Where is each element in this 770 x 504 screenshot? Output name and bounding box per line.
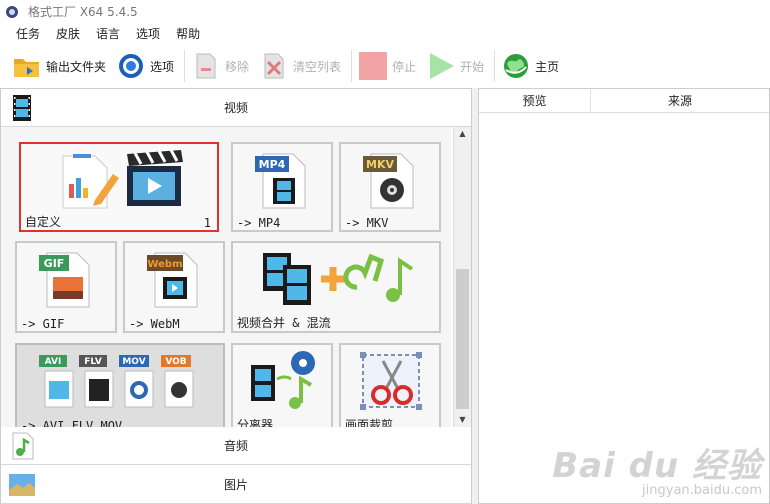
toolbar-separator — [351, 50, 353, 82]
tile-mkv-label: -> MKV — [345, 216, 389, 230]
remove-icon — [191, 51, 221, 81]
clear-list-icon — [259, 51, 289, 81]
tile-mkv[interactable]: MKV -> MKV — [339, 142, 441, 232]
folder-icon — [12, 51, 42, 81]
mov-badge: MOV — [122, 357, 145, 367]
section-audio-header[interactable]: 音频 — [1, 427, 471, 465]
tile-crop[interactable]: 画面裁剪 — [339, 343, 441, 427]
watermark-logo: Bai du 经验 — [552, 446, 762, 486]
section-audio-label: 音频 — [223, 439, 248, 453]
tile-gif[interactable]: GIF -> GIF — [15, 241, 117, 333]
film-strip-icon — [13, 95, 31, 121]
tile-avi-flv-mov[interactable]: AVI FLV MOV VOB -> AVI FLV MOV .... — [15, 343, 225, 427]
toolbar: 输出文件夹 选项 移除 清空列表 停止 开始 主页 — [0, 44, 770, 88]
clear-list-button[interactable]: 清空列表 — [259, 48, 351, 84]
document-chart-icon — [62, 154, 119, 209]
options-gear-icon — [116, 51, 146, 81]
scroll-up-arrow-icon[interactable]: ▲ — [454, 127, 471, 141]
tile-mp4[interactable]: MP4 -> MP4 — [231, 142, 333, 232]
tile-custom[interactable]: 自定义 1 — [19, 142, 219, 232]
baidu-watermark: Bai du 经验 jingyan.baidu.com — [552, 438, 762, 498]
multi-format-icon: AVI FLV MOV VOB — [39, 355, 194, 408]
tools-scrollbar[interactable]: ▲ ▼ — [453, 127, 471, 427]
section-video-label: 视频 — [223, 101, 248, 115]
remove-button[interactable]: 移除 — [191, 48, 259, 84]
music-note-icon — [12, 432, 34, 460]
menu-options[interactable]: 选项 — [128, 25, 168, 42]
section-image-label: 图片 — [223, 478, 248, 492]
file-list-header: 预览 来源 — [479, 89, 769, 113]
mkv-badge: MKV — [366, 158, 394, 171]
video-tools-grid: 自定义 1 MP4 -> MP4 MKV -> MKV GIF -> GIF W… — [1, 127, 451, 427]
tile-merge[interactable]: 视频合并 & 混流 — [231, 241, 441, 333]
webm-file-icon: Webm — [147, 252, 198, 308]
tile-crop-label: 画面裁剪 — [345, 418, 394, 427]
mkv-file-icon: MKV — [363, 153, 414, 209]
home-button[interactable]: 主页 — [501, 48, 569, 84]
scroll-down-arrow-icon[interactable]: ▼ — [454, 413, 471, 427]
tile-splitter-label: 分离器 — [237, 418, 274, 427]
gif-badge: GIF — [44, 257, 65, 270]
play-icon — [426, 51, 456, 81]
stop-icon — [358, 51, 388, 81]
flv-badge: FLV — [84, 357, 102, 367]
output-folder-button[interactable]: 输出文件夹 — [12, 48, 116, 84]
clapperboard-icon — [127, 149, 183, 206]
section-image-header[interactable]: 图片 — [1, 466, 471, 504]
picture-icon — [9, 474, 35, 496]
menu-language[interactable]: 语言 — [88, 25, 128, 42]
merge-film-music-icon — [263, 253, 414, 305]
window-title: 格式工厂 X64 5.4.5 — [28, 4, 138, 19]
toolbar-separator — [494, 50, 496, 82]
tile-webm-label: -> WebM — [129, 317, 180, 331]
category-panel: 视频 自定义 1 MP4 -> MP4 MKV -> MKV GIF -> GI… — [0, 88, 472, 504]
options-button[interactable]: 选项 — [116, 48, 184, 84]
title-bar: 格式工厂 X64 5.4.5 — [0, 0, 770, 22]
section-video-header[interactable]: 视频 — [1, 89, 471, 127]
column-source[interactable]: 来源 — [591, 89, 769, 112]
mp4-badge: MP4 — [259, 158, 286, 171]
tile-avi-flv-mov-label: -> AVI FLV MOV .... — [21, 419, 159, 427]
menu-task[interactable]: 任务 — [8, 25, 48, 42]
menu-skin[interactable]: 皮肤 — [48, 25, 88, 42]
splitter-icon — [251, 351, 315, 409]
toolbar-separator — [184, 50, 186, 82]
tile-splitter[interactable]: 分离器 — [231, 343, 333, 427]
tile-webm[interactable]: Webm -> WebM — [123, 241, 225, 333]
stop-button[interactable]: 停止 — [358, 48, 426, 84]
menu-bar: 任务 皮肤 语言 选项 帮助 — [0, 22, 770, 44]
scroll-thumb[interactable] — [456, 269, 469, 409]
tile-merge-label: 视频合并 & 混流 — [237, 316, 331, 330]
tile-custom-count: 1 — [203, 216, 211, 230]
gif-file-icon: GIF — [39, 252, 90, 308]
menu-help[interactable]: 帮助 — [168, 25, 208, 42]
tile-custom-label: 自定义 — [25, 215, 62, 229]
webm-badge: Webm — [147, 259, 182, 270]
column-preview[interactable]: 预览 — [479, 89, 591, 112]
scissors-crop-icon — [360, 352, 422, 410]
mp4-file-icon: MP4 — [255, 153, 306, 209]
tile-mp4-label: -> MP4 — [237, 216, 281, 230]
app-logo-icon — [6, 6, 18, 18]
globe-icon — [501, 51, 531, 81]
avi-badge: AVI — [45, 357, 62, 367]
start-button[interactable]: 开始 — [426, 48, 494, 84]
vob-badge: VOB — [165, 357, 186, 367]
tile-gif-label: -> GIF — [21, 317, 65, 331]
